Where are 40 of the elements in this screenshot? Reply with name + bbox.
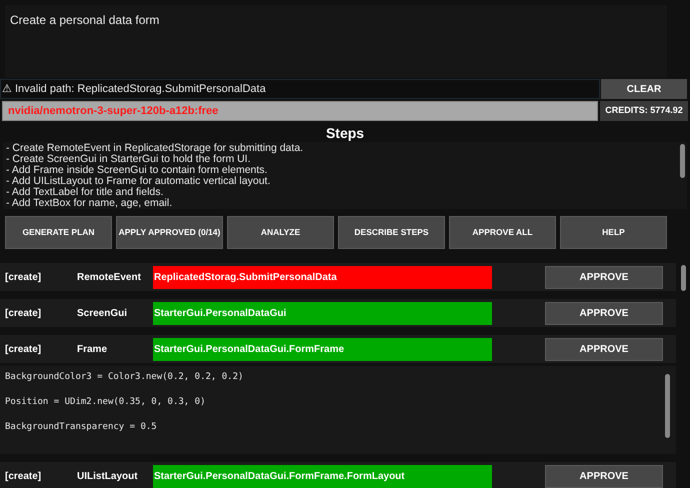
path-bar: StarterGui.PersonalDataGui.FormFrame	[153, 338, 492, 360]
toolbar-button[interactable]: APPLY APPROVED (0/14)	[116, 216, 223, 249]
credits-label: CREDITS: 5774.92	[600, 101, 688, 121]
toolbar-button[interactable]: ANALYZE	[227, 216, 334, 249]
type-label: Frame	[77, 342, 108, 356]
toolbar-button[interactable]: DESCRIBE STEPS	[338, 216, 445, 249]
step-line: - Create ScreenGui in StarterGui to hold the form UI.	[6, 154, 251, 165]
step-line: - Add UIListLayout to Frame for automatic vertical layout.	[6, 176, 272, 187]
step-line: - Create RemoteEvent in ReplicatedStorage for submitting data.	[6, 143, 304, 154]
status-message: ⚠ Invalid path: ReplicatedStorag.SubmitPersonalData	[0, 79, 600, 99]
property-line: Position = UDim2.new(0.35, 0, 0.3, 0)	[5, 397, 206, 408]
approve-button[interactable]: APPROVE	[545, 464, 663, 488]
toolbar-button[interactable]: HELP	[560, 216, 667, 249]
property-line: BackgroundColor3 = Color3.new(0.2, 0.2, 0.2)	[5, 372, 244, 383]
action-label: [create]	[4, 306, 42, 320]
scrollbar[interactable]	[665, 374, 670, 438]
approve-button[interactable]: APPROVE	[545, 266, 663, 288]
model-name: nvidia/nemotron-3-super-120b-a12b:free	[2, 101, 598, 121]
clear-button[interactable]: CLEAR	[601, 79, 687, 99]
type-label: RemoteEvent	[77, 270, 142, 284]
step-line: - Add TextBox for name, age, email.	[6, 198, 174, 209]
path-bar: StarterGui.PersonalDataGui.FormFrame.FormLayout	[153, 464, 492, 488]
step-line: - Add TextLabel for title and fields.	[6, 187, 164, 198]
scrollbar[interactable]	[680, 265, 686, 291]
scrollbar[interactable]	[680, 144, 685, 178]
prompt-field[interactable]: Create a personal data form	[5, 5, 667, 78]
action-label: [create]	[4, 270, 42, 284]
property-line: BackgroundTransparency = 0.5	[5, 422, 158, 433]
approve-button[interactable]: APPROVE	[545, 338, 663, 360]
step-line: - Add Frame inside ScreenGui to contain form elements.	[6, 165, 268, 176]
path-bar: StarterGui.PersonalDataGui	[153, 302, 492, 324]
toolbar-button[interactable]: APPROVE ALL	[449, 216, 556, 249]
action-label: [create]	[4, 470, 42, 484]
type-label: ScreenGui	[77, 306, 128, 320]
steps-title: Steps	[326, 124, 364, 142]
toolbar-button[interactable]: GENERATE PLAN	[5, 216, 112, 249]
path-bar: ReplicatedStorag.SubmitPersonalData	[153, 266, 492, 288]
action-label: [create]	[4, 342, 42, 356]
type-label: UIListLayout	[77, 470, 139, 484]
approve-button[interactable]: APPROVE	[545, 302, 663, 324]
